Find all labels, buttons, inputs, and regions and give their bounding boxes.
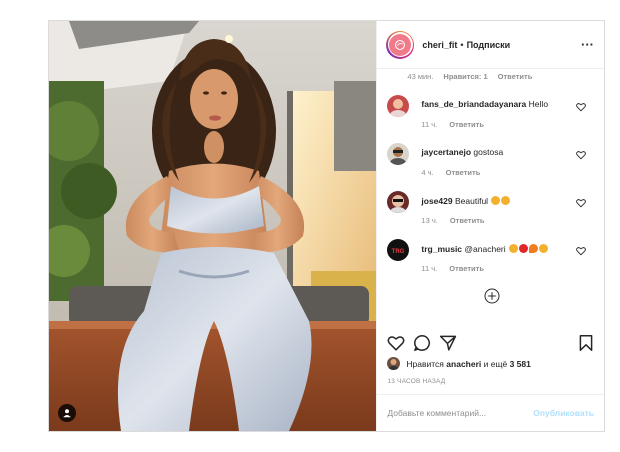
likes-prefix: Нравится [406,358,444,369]
header-separator: • [460,39,464,50]
author-username[interactable]: cheri_fit [422,40,457,50]
post-header: cheri_fit • Подписки ··· [377,21,604,69]
more-icon[interactable]: ··· [581,38,594,51]
heart-eyes-emoji-icon [509,244,519,253]
share-icon[interactable] [439,334,457,352]
commenter-avatar[interactable] [387,95,410,117]
commenter-username[interactable]: fans_de_briandadayanara [421,99,526,109]
commenter-avatar[interactable]: TRG [387,239,410,261]
comment-item: jose429 Beautiful 13 ч. Ответить [387,191,594,239]
heart-eyes-emoji-icon [539,244,549,253]
comment-item: fans_de_briandadayanara Hello 11 ч. Отве… [387,95,594,143]
add-comment-bar: Опубликовать [377,394,604,431]
likes-summary[interactable]: Нравится anacheri и ещё 3 581 [387,357,531,370]
commenter-avatar[interactable] [387,143,410,165]
follow-status-button[interactable]: Подписки [467,40,511,50]
reply-button[interactable]: Ответить [450,216,485,225]
post-side-panel: cheri_fit • Подписки ··· 43 мин. Нравитс… [376,21,604,431]
comment-item: jaycertanejo gostosa 4 ч. Ответить [387,143,594,191]
heart-eyes-emoji-icon [491,196,501,205]
top-comment-meta: 43 мин. Нравится: 1 Ответить [407,72,532,81]
commenter-username[interactable]: jaycertanejo [421,147,471,157]
likes-middle: и ещё [483,358,508,369]
comment-time: 11 ч. [421,264,438,273]
tagged-users-button[interactable] [58,404,76,422]
comment-icon[interactable] [413,334,431,352]
reply-button[interactable]: Ответить [449,120,484,129]
comment-like-count[interactable]: Нравится: 1 [443,72,487,81]
comment-time: 43 мин. [407,72,434,81]
likes-count[interactable]: 3 581 [510,359,531,369]
comment-item: TRG trg_music @anacheri 11 ч. Ответить [387,239,594,287]
liker-avatar [387,357,401,370]
tag-user-icon [63,409,71,418]
author-logo-icon [389,33,412,56]
commenter-username[interactable]: jose429 [421,196,452,206]
commenter-username[interactable]: trg_music [421,244,462,254]
publish-button[interactable]: Опубликовать [533,408,594,418]
comment-text: Beautiful [454,196,489,206]
reply-button[interactable]: Ответить [446,168,481,177]
heart-icon[interactable] [576,150,586,160]
post-timestamp[interactable]: 13 ЧАСОВ НАЗАД [387,378,445,385]
reply-button[interactable]: Ответить [498,72,533,81]
reply-button[interactable]: Ответить [449,264,484,273]
add-circle-icon[interactable] [484,288,500,304]
heart-icon[interactable] [387,334,405,352]
post-actions [387,332,595,354]
comments-list[interactable]: 43 мин. Нравится: 1 Ответить fans_de_bri… [377,69,604,341]
heart-icon[interactable] [576,198,586,208]
comment-input[interactable] [387,408,534,418]
liker-username[interactable]: anacheri [446,359,481,369]
heart-icon[interactable] [576,246,586,256]
comment-text: gostosa [473,147,504,157]
heart-eyes-emoji-icon [501,196,511,205]
author-avatar[interactable] [386,30,415,59]
svg-text:TRG: TRG [392,249,405,255]
comment-time: 11 ч. [421,120,438,129]
comment-text: Hello [528,99,549,109]
heart-icon[interactable] [576,102,586,112]
red-heart-emoji-icon [519,244,529,253]
bookmark-icon[interactable] [577,334,595,352]
post-card: cheri_fit • Подписки ··· 43 мин. Нравитс… [48,20,605,432]
fire-emoji-icon [529,244,539,253]
comment-time: 13 ч. [421,216,438,225]
photo-illustration [49,21,377,431]
commenter-avatar[interactable] [387,191,410,213]
comment-text: @anacheri [464,244,506,254]
post-photo[interactable] [49,21,377,431]
comment-time: 4 ч. [421,168,434,177]
